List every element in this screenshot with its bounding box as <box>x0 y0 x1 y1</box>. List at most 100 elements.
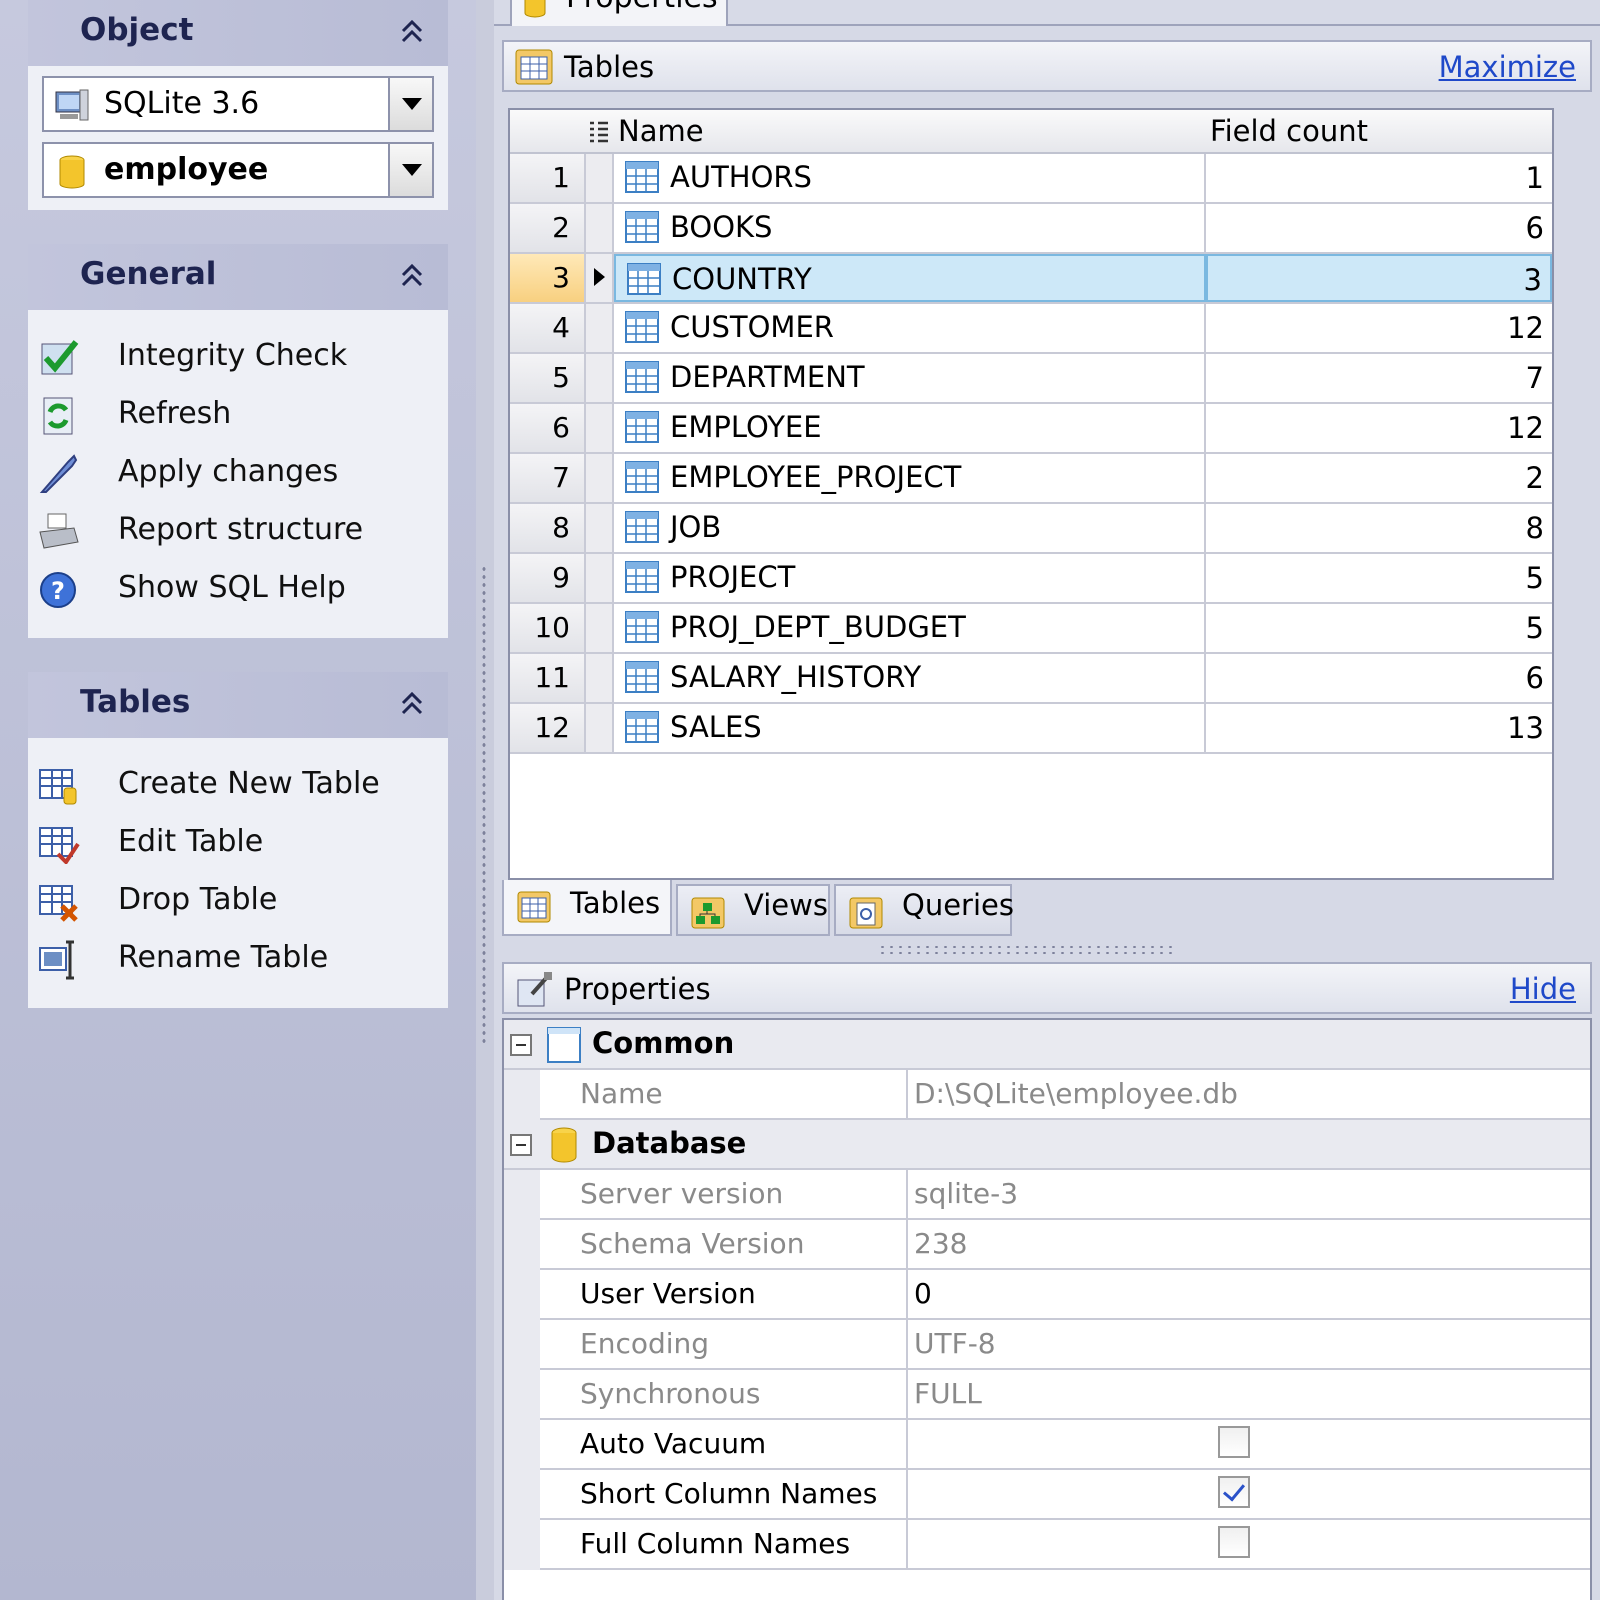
hide-link[interactable]: Hide <box>1510 972 1576 1006</box>
maximize-link[interactable]: Maximize <box>1439 50 1576 84</box>
property-name: Name <box>540 1070 908 1120</box>
table-row[interactable]: 10 PROJ_DEPT_BUDGET 5 <box>510 604 1552 654</box>
table-name: EMPLOYEE_PROJECT <box>670 460 962 494</box>
field-count-cell[interactable]: 5 <box>1206 554 1552 602</box>
refresh-item[interactable]: Refresh <box>38 390 438 440</box>
edit-table-item[interactable]: Edit Table <box>38 818 438 868</box>
row-number[interactable]: 12 <box>510 704 586 752</box>
table-name-cell[interactable]: CUSTOMER <box>614 304 1206 352</box>
table-name-cell[interactable]: EMPLOYEE <box>614 404 1206 452</box>
table-row[interactable]: 11 SALARY_HISTORY 6 <box>510 654 1552 704</box>
server-select[interactable]: SQLite 3.6 <box>42 76 434 132</box>
column-header-name[interactable]: Name <box>618 114 704 148</box>
table-row[interactable]: 4 CUSTOMER 12 <box>510 304 1552 354</box>
row-number[interactable]: 8 <box>510 504 586 552</box>
drop-table-item[interactable]: Drop Table <box>38 876 438 926</box>
create-new-table-item[interactable]: Create New Table <box>38 760 438 810</box>
property-value[interactable]: UTF-8 <box>910 1320 1590 1370</box>
field-count-cell[interactable]: 13 <box>1206 704 1552 752</box>
tab-properties[interactable]: Properties <box>510 0 728 26</box>
property-name: Full Column Names <box>540 1520 908 1570</box>
property-checkbox[interactable] <box>1218 1526 1250 1558</box>
table-name-cell[interactable]: PROJECT <box>614 554 1206 602</box>
table-row[interactable]: 3 COUNTRY 3 <box>510 254 1552 304</box>
table-name-cell[interactable]: PROJ_DEPT_BUDGET <box>614 604 1206 652</box>
property-name: User Version <box>540 1270 908 1320</box>
collapse-icon[interactable] <box>398 690 426 718</box>
row-number[interactable]: 9 <box>510 554 586 602</box>
table-icon <box>625 311 659 343</box>
field-count-cell[interactable]: 12 <box>1206 404 1552 452</box>
horizontal-splitter[interactable] <box>878 944 1178 956</box>
row-number[interactable]: 1 <box>510 154 586 202</box>
row-number[interactable]: 2 <box>510 204 586 252</box>
row-number[interactable]: 11 <box>510 654 586 702</box>
property-value[interactable]: 0 <box>910 1270 1590 1320</box>
svg-text:?: ? <box>51 577 65 605</box>
table-name-cell[interactable]: AUTHORS <box>614 154 1206 202</box>
table-name-cell[interactable]: DEPARTMENT <box>614 354 1206 402</box>
rename-table-icon <box>39 940 74 980</box>
vertical-splitter[interactable] <box>476 0 494 1600</box>
table-name-cell[interactable]: SALARY_HISTORY <box>614 654 1206 702</box>
collapse-toggle-icon[interactable] <box>510 1034 532 1056</box>
property-value[interactable]: FULL <box>910 1370 1590 1420</box>
apply-changes-item[interactable]: Apply changes <box>38 448 438 498</box>
tab-tables[interactable]: Tables <box>502 880 672 936</box>
splitter-grip[interactable] <box>481 565 487 1045</box>
table-row[interactable]: 7 EMPLOYEE_PROJECT 2 <box>510 454 1552 504</box>
field-count-cell[interactable]: 12 <box>1206 304 1552 352</box>
field-count-cell[interactable]: 8 <box>1206 504 1552 552</box>
column-chooser-icon[interactable] <box>588 120 610 144</box>
rename-table-item[interactable]: Rename Table <box>38 934 438 984</box>
general-panel-header[interactable]: General <box>28 244 448 310</box>
database-select[interactable]: employee <box>42 142 434 198</box>
field-count-cell[interactable]: 6 <box>1206 654 1552 702</box>
field-count-cell[interactable]: 7 <box>1206 354 1552 402</box>
table-row[interactable]: 6 EMPLOYEE 12 <box>510 404 1552 454</box>
row-number[interactable]: 4 <box>510 304 586 352</box>
collapse-toggle-icon[interactable] <box>510 1134 532 1156</box>
field-count-cell[interactable]: 3 <box>1206 254 1552 302</box>
field-count-cell[interactable]: 5 <box>1206 604 1552 652</box>
table-name-cell[interactable]: BOOKS <box>614 204 1206 252</box>
table-name-cell[interactable]: SALES <box>614 704 1206 752</box>
property-checkbox[interactable] <box>1218 1426 1250 1458</box>
field-count-cell[interactable]: 6 <box>1206 204 1552 252</box>
property-value[interactable]: 238 <box>910 1220 1590 1270</box>
integrity-check-item[interactable]: Integrity Check <box>38 332 438 382</box>
report-structure-item[interactable]: Report structure <box>38 506 438 556</box>
table-row[interactable]: 2 BOOKS 6 <box>510 204 1552 254</box>
table-name-cell[interactable]: COUNTRY <box>614 254 1206 302</box>
collapse-icon[interactable] <box>398 262 426 290</box>
property-checkbox[interactable] <box>1218 1476 1250 1508</box>
field-count-cell[interactable]: 2 <box>1206 454 1552 502</box>
chevron-down-icon[interactable] <box>388 144 432 196</box>
row-number[interactable]: 6 <box>510 404 586 452</box>
database-icon <box>59 155 85 189</box>
table-icon <box>625 711 659 743</box>
chevron-down-icon[interactable] <box>388 78 432 130</box>
field-count-cell[interactable]: 1 <box>1206 154 1552 202</box>
show-sql-help-item[interactable]: ? Show SQL Help <box>38 564 438 614</box>
table-row[interactable]: 12 SALES 13 <box>510 704 1552 754</box>
table-row[interactable]: 9 PROJECT 5 <box>510 554 1552 604</box>
table-name-cell[interactable]: JOB <box>614 504 1206 552</box>
table-name: PROJECT <box>670 560 796 594</box>
row-number[interactable]: 7 <box>510 454 586 502</box>
tab-queries[interactable]: Queries <box>834 884 1014 936</box>
tab-views[interactable]: Views <box>676 884 830 936</box>
table-name-cell[interactable]: EMPLOYEE_PROJECT <box>614 454 1206 502</box>
row-number[interactable]: 10 <box>510 604 586 652</box>
column-header-field-count[interactable]: Field count <box>1210 114 1368 148</box>
table-row[interactable]: 5 DEPARTMENT 7 <box>510 354 1552 404</box>
tables-panel-header[interactable]: Tables <box>28 672 448 738</box>
collapse-icon[interactable] <box>398 18 426 46</box>
table-row[interactable]: 8 JOB 8 <box>510 504 1552 554</box>
row-number[interactable]: 3 <box>510 254 586 302</box>
row-number[interactable]: 5 <box>510 354 586 402</box>
property-value[interactable]: sqlite-3 <box>910 1170 1590 1220</box>
object-panel-header[interactable]: Object <box>28 0 448 66</box>
property-value[interactable]: D:\SQLite\employee.db <box>910 1070 1590 1120</box>
table-row[interactable]: 1 AUTHORS 1 <box>510 154 1552 204</box>
